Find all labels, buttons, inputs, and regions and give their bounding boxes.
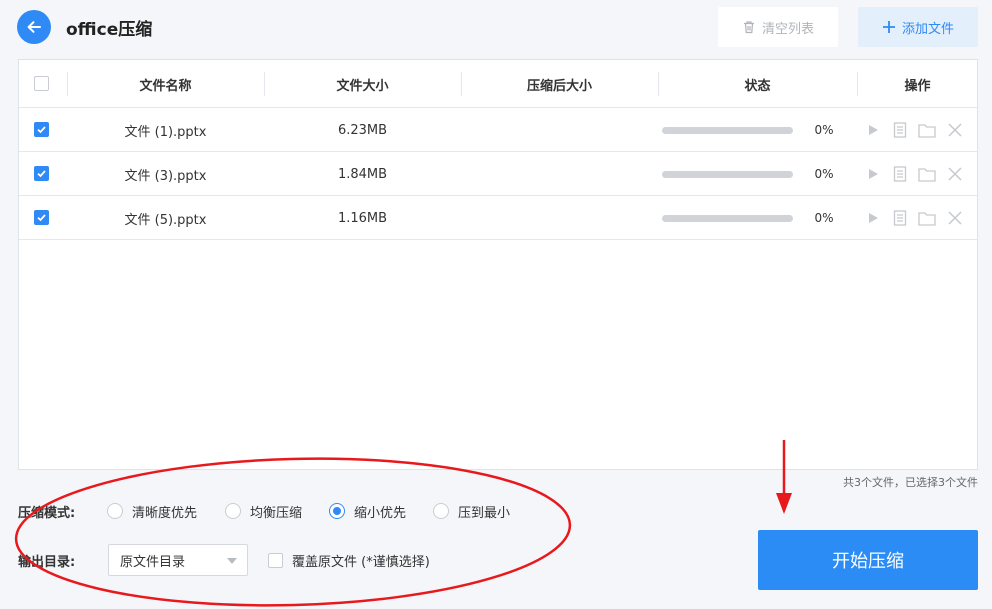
- file-size: 1.84MB: [337, 166, 388, 182]
- compressed-size: [461, 108, 658, 152]
- radio-smallest[interactable]: 压到最小: [433, 502, 511, 521]
- overwrite-checkbox[interactable]: 覆盖原文件 (*谨慎选择): [268, 551, 430, 570]
- radio-label: 缩小优先: [354, 505, 407, 521]
- caret-down-icon: [227, 558, 237, 564]
- checkbox-box: [268, 553, 283, 568]
- column-header-actions: 操作: [904, 78, 931, 94]
- progress-bar: [662, 171, 793, 178]
- progress-percent: 0%: [814, 123, 834, 137]
- radio-clarity-first[interactable]: 清晰度优先: [107, 502, 198, 521]
- remove-file-button[interactable]: [945, 208, 965, 228]
- clear-list-button[interactable]: 清空列表: [718, 7, 838, 47]
- header: office压缩 清空列表 添加文件: [0, 0, 992, 54]
- annotation-ellipse: [14, 457, 572, 607]
- radio-dot: [329, 503, 345, 519]
- radio-balanced[interactable]: 均衡压缩: [225, 502, 303, 521]
- progress-percent: 0%: [814, 211, 834, 225]
- folder-icon: [918, 123, 936, 138]
- close-icon: [948, 211, 962, 225]
- progress-bar: [662, 127, 793, 134]
- check-icon: [37, 126, 46, 134]
- select-all-checkbox[interactable]: [34, 76, 49, 91]
- clear-list-label: 清空列表: [761, 21, 814, 37]
- column-header-filesize: 文件大小: [336, 78, 389, 94]
- file-name: 文件 (3).pptx: [124, 168, 207, 184]
- output-dir-value: 原文件目录: [120, 554, 186, 570]
- play-button[interactable]: [863, 208, 883, 228]
- file-count-summary: 共3个文件，已选择3个文件: [843, 476, 978, 489]
- arrow-left-icon: [27, 21, 41, 33]
- column-header-compressed-size: 压缩后大小: [526, 78, 592, 94]
- file-table: 文件名称 文件大小 压缩后大小 状态 操作 文件 (1).pptx 6.23MB…: [18, 59, 978, 470]
- file-size: 1.16MB: [337, 210, 388, 226]
- check-icon: [37, 170, 46, 178]
- row-checkbox[interactable]: [34, 210, 49, 225]
- plus-icon: [882, 21, 895, 33]
- folder-icon: [918, 211, 936, 226]
- progress-percent: 0%: [814, 167, 834, 181]
- remove-file-button[interactable]: [945, 164, 965, 184]
- open-folder-button[interactable]: [917, 208, 937, 228]
- check-icon: [37, 214, 46, 222]
- annotation-arrow-head: [776, 493, 792, 514]
- progress-bar: [662, 215, 793, 222]
- play-button[interactable]: [863, 120, 883, 140]
- view-document-button[interactable]: [890, 120, 910, 140]
- output-dir-select[interactable]: 原文件目录: [108, 544, 248, 576]
- file-name: 文件 (1).pptx: [124, 124, 207, 140]
- add-file-label: 添加文件: [901, 21, 954, 37]
- document-icon: [893, 122, 907, 138]
- radio-label: 清晰度优先: [132, 505, 198, 521]
- radio-shrink-first[interactable]: 缩小优先: [329, 502, 407, 521]
- page-title: office压缩: [66, 20, 153, 40]
- view-document-button[interactable]: [890, 208, 910, 228]
- play-icon: [869, 213, 878, 223]
- file-name: 文件 (5).pptx: [124, 212, 207, 228]
- document-icon: [893, 166, 907, 182]
- compressed-size: [461, 196, 658, 240]
- radio-dot: [107, 503, 123, 519]
- column-header-status: 状态: [744, 78, 771, 94]
- table-row: 文件 (3).pptx 1.84MB 0%: [19, 152, 977, 196]
- table-header: 文件名称 文件大小 压缩后大小 状态 操作: [19, 60, 977, 108]
- open-folder-button[interactable]: [917, 120, 937, 140]
- table-row: 文件 (1).pptx 6.23MB 0%: [19, 108, 977, 152]
- radio-label: 压到最小: [458, 505, 511, 521]
- start-compress-button[interactable]: 开始压缩: [758, 530, 978, 590]
- folder-icon: [918, 167, 936, 182]
- close-icon: [948, 123, 962, 137]
- compression-mode-label: 压缩模式:: [18, 506, 76, 521]
- compressed-size: [461, 152, 658, 196]
- trash-icon: [743, 21, 754, 34]
- table-row: 文件 (5).pptx 1.16MB 0%: [19, 196, 977, 240]
- document-icon: [893, 210, 907, 226]
- view-document-button[interactable]: [890, 164, 910, 184]
- play-icon: [869, 169, 878, 179]
- back-button[interactable]: [17, 10, 51, 44]
- file-size: 6.23MB: [337, 122, 388, 138]
- row-checkbox[interactable]: [34, 122, 49, 137]
- open-folder-button[interactable]: [917, 164, 937, 184]
- add-file-button[interactable]: 添加文件: [858, 7, 978, 47]
- remove-file-button[interactable]: [945, 120, 965, 140]
- radio-dot: [433, 503, 449, 519]
- row-checkbox[interactable]: [34, 166, 49, 181]
- column-header-filename: 文件名称: [139, 78, 192, 94]
- output-dir-label: 输出目录:: [18, 555, 76, 570]
- close-icon: [948, 167, 962, 181]
- overwrite-label: 覆盖原文件 (*谨慎选择): [292, 555, 430, 570]
- play-button[interactable]: [863, 164, 883, 184]
- radio-label: 均衡压缩: [250, 505, 303, 521]
- play-icon: [869, 125, 878, 135]
- radio-dot: [225, 503, 241, 519]
